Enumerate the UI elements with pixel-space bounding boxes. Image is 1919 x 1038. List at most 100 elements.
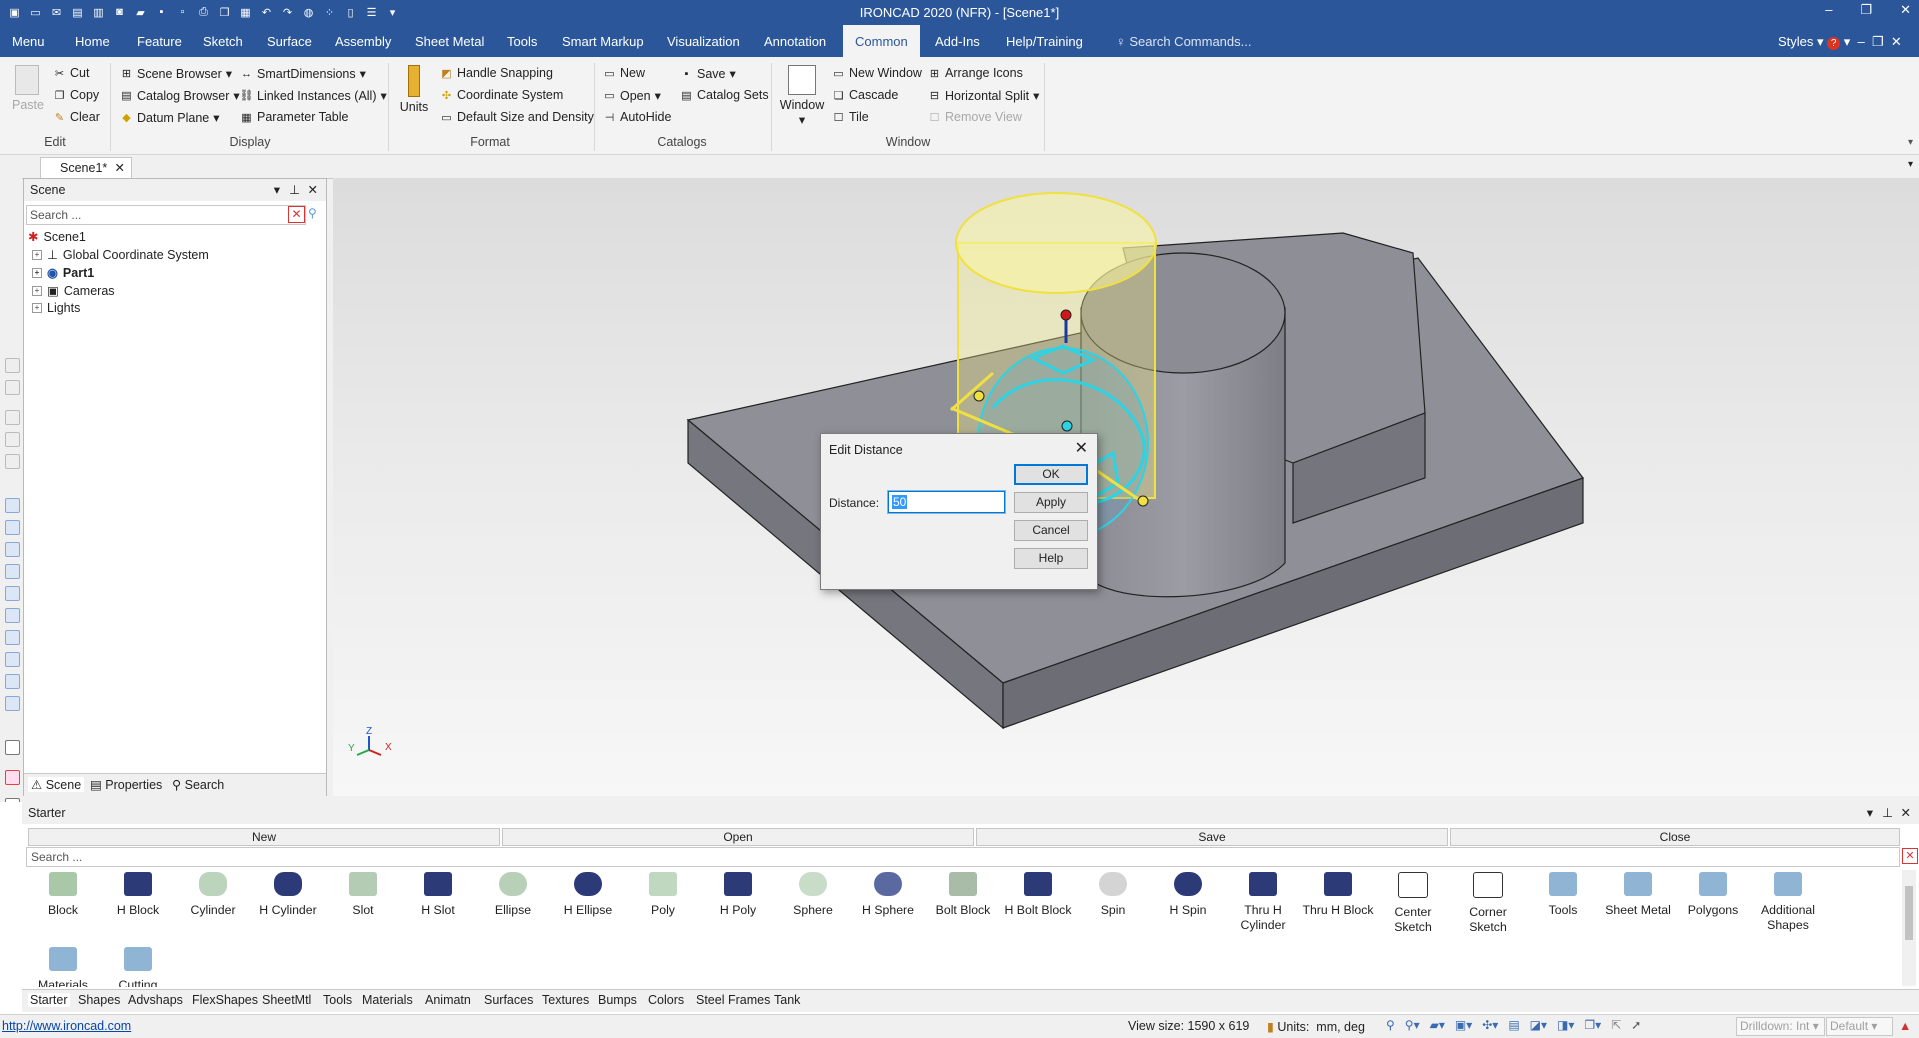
paste-button[interactable]: Paste [12,65,44,112]
shape-slot[interactable]: Slot [326,872,400,918]
shape-bolt-block[interactable]: Bolt Block [926,872,1000,918]
catalog-tab-colors[interactable]: Colors [648,993,684,1007]
catalog-folder-materials[interactable]: Materials [26,947,100,987]
units-button[interactable]: Units [398,65,430,114]
view-cube-icon[interactable]: ▣▾ [1455,1018,1472,1032]
smart-dimensions-button[interactable]: ↔ SmartDimensions ▾ [240,66,366,82]
pin-icon[interactable]: ⊥ [289,179,300,201]
close-tab-icon[interactable]: ✕ [115,158,125,179]
shape-h-cylinder[interactable]: H Cylinder [251,872,325,918]
view-tool-icon[interactable] [5,696,20,711]
tab-sheet-metal[interactable]: Sheet Metal [415,25,484,57]
cancel-button[interactable]: Cancel [1014,520,1088,541]
view-tool-icon[interactable] [5,564,20,579]
horizontal-split-button[interactable]: ⊟ Horizontal Split ▾ [928,88,1039,104]
shape-h-slot[interactable]: H Slot [401,872,475,918]
catalog-tab-starter[interactable]: Starter [28,993,70,1007]
tile-button[interactable]: ☐ Tile [832,110,869,124]
folder-dropdown-icon[interactable]: ▰▾ [1430,1018,1445,1032]
tab-visualization[interactable]: Visualization [667,25,740,57]
catalog-tab-materials[interactable]: Materials [362,993,413,1007]
parameter-table-button[interactable]: ▦ Parameter Table [240,110,348,124]
autohide-button[interactable]: ⊣ AutoHide [603,110,672,124]
shape-corner-sketch[interactable]: Corner Sketch [1451,872,1525,935]
zoom-icon[interactable]: ⚲ [1386,1018,1395,1032]
view-tool-icon[interactable] [5,542,20,557]
copy-button[interactable]: ❐ Copy [53,88,100,102]
new-window-button[interactable]: ▭ New Window [832,66,922,80]
ok-button[interactable]: OK [1014,464,1088,485]
shape-block[interactable]: Block [26,872,100,918]
view-tool-icon[interactable] [5,520,20,535]
catalog-tab-surfaces[interactable]: Surfaces [484,993,533,1007]
measure-icon[interactable] [5,740,20,755]
catalog-tab-advshaps[interactable]: Advshaps [128,993,183,1007]
catalog-save-button[interactable]: Save [976,828,1448,846]
zoom-dropdown-icon[interactable]: ⚲▾ [1405,1018,1420,1032]
help-button[interactable]: Help [1014,548,1088,569]
clear-button[interactable]: ✎ Clear [53,110,100,124]
catalog-open-button[interactable]: Open [502,828,974,846]
shape-center-sketch[interactable]: Center Sketch [1376,872,1450,935]
catalog-close-button[interactable]: Close [1450,828,1900,846]
shape-spin[interactable]: Spin [1076,872,1150,918]
catalog-search-input[interactable]: Search ... [26,847,1900,867]
catalog-folder-additional-shapes[interactable]: Additional Shapes [1751,872,1825,933]
view-tool-icon[interactable] [5,498,20,513]
tool-icon[interactable] [5,358,20,373]
cut-button[interactable]: ✂ Cut [53,66,90,80]
window-button[interactable]: Window ▾ [779,65,825,127]
tree-item-global-coordinate-system[interactable]: + ⊥ Global Coordinate System [32,247,209,262]
view-tool-icon[interactable] [5,608,20,623]
section-icon[interactable] [5,770,20,785]
catalog-new-button[interactable]: New [28,828,500,846]
catalog-folder-cutting[interactable]: Cutting [101,947,175,987]
search-options-icon[interactable]: ⚲ [308,206,317,220]
panel-dropdown-icon[interactable]: ▾ [274,179,280,201]
box-icon[interactable]: ❐▾ [1584,1018,1601,1032]
catalog-save-button[interactable]: ▪ Save ▾ [680,66,736,82]
shape-thru-h-block[interactable]: Thru H Block [1301,872,1375,918]
tab-scene[interactable]: ⚠ Scene [28,777,85,792]
shape-ellipse[interactable]: Ellipse [476,872,550,918]
tree-item-part1[interactable]: + ◉ Part1 [32,265,94,280]
drilldown-dropdown[interactable]: Drilldown: Int ▾ [1736,1017,1825,1036]
view-tool-icon[interactable] [5,674,20,689]
document-tab[interactable]: Scene1* ✕ [40,157,132,179]
tab-feature[interactable]: Feature [137,25,182,57]
display-mode-icon[interactable]: ◪▾ [1530,1018,1547,1032]
close-window-icon[interactable]: ✕ [1900,2,1911,18]
clear-search-icon[interactable]: ✕ [288,206,305,223]
tab-annotation[interactable]: Annotation [764,25,826,57]
tab-sketch[interactable]: Sketch [203,25,243,57]
tab-smart-markup[interactable]: Smart Markup [562,25,644,57]
shape-h-bolt-block[interactable]: H Bolt Block [1001,872,1075,918]
distance-input[interactable]: 50 [888,491,1005,513]
shape-cylinder[interactable]: Cylinder [176,872,250,918]
close-panel-icon[interactable]: ✕ [1901,802,1911,824]
tree-item-cameras[interactable]: + ▣ Cameras [32,283,115,298]
close-panel-icon[interactable]: ✕ [308,179,318,201]
linked-instances-button[interactable]: ⛓ Linked Instances (All) ▾ [240,88,387,104]
default-dropdown[interactable]: Default ▾ [1826,1017,1893,1036]
shape-thru-h-cylinder[interactable]: Thru H Cylinder [1226,872,1300,933]
tab-home[interactable]: Home [75,25,110,57]
catalog-tab-steel-frames[interactable]: Steel Frames [696,993,770,1007]
tab-assembly[interactable]: Assembly [335,25,391,57]
cascade-button[interactable]: ❏ Cascade [832,88,899,102]
expand-icon[interactable]: + [32,267,42,278]
catalog-sets-button[interactable]: ▤ Catalog Sets [680,88,768,102]
status-icon[interactable]: ▲ [1899,1019,1911,1033]
shape-h-spin[interactable]: H Spin [1151,872,1225,918]
pin-icon[interactable]: ⊥ [1882,802,1893,824]
handle-snapping-button[interactable]: ◩ Handle Snapping [440,66,553,80]
catalog-new-button[interactable]: ▭ New [603,66,645,80]
datum-plane-button[interactable]: ◆ Datum Plane ▾ [120,110,219,126]
tab-properties[interactable]: ▤ Properties [90,777,162,792]
clear-catalog-search-icon[interactable]: ✕ [1902,848,1918,864]
tree-item-scene1[interactable]: ✱ Scene1 [28,229,86,245]
apply-button[interactable]: Apply [1014,492,1088,513]
select-icon[interactable]: ⇱ [1611,1018,1621,1032]
tool-icon[interactable] [5,454,20,469]
shape-h-ellipse[interactable]: H Ellipse [551,872,625,918]
